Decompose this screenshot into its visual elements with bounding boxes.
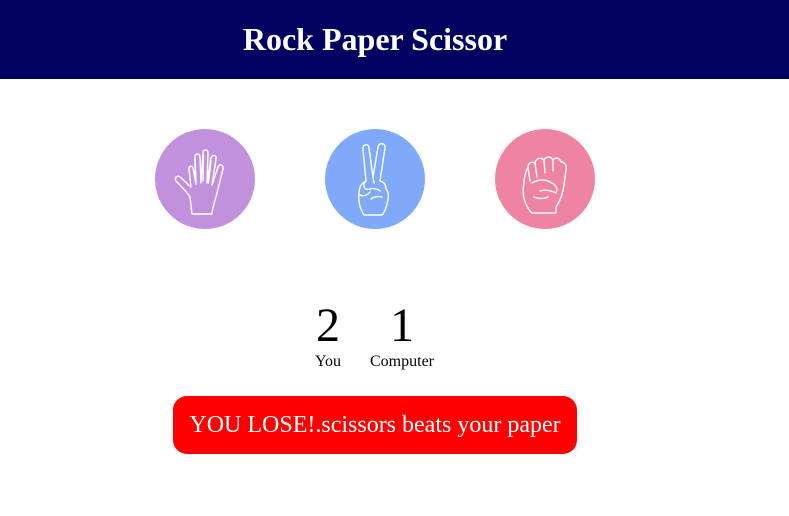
player-score-label: You bbox=[315, 353, 341, 370]
player-score-value: 2 bbox=[316, 299, 340, 352]
rock-button[interactable] bbox=[495, 129, 595, 229]
app-header: Rock Paper Scissor bbox=[0, 0, 789, 79]
open-hand-icon bbox=[174, 149, 224, 215]
computer-score: 1 Computer bbox=[368, 298, 436, 371]
computer-score-label: Computer bbox=[370, 353, 434, 370]
player-score: 2 You bbox=[304, 298, 352, 371]
computer-score-value: 1 bbox=[390, 299, 414, 352]
scissors-button[interactable] bbox=[325, 129, 425, 229]
fist-icon bbox=[522, 156, 567, 214]
peace-hand-icon bbox=[358, 143, 390, 216]
paper-button[interactable] bbox=[155, 129, 255, 229]
page-title: Rock Paper Scissor bbox=[242, 21, 508, 57]
result-message: YOU LOSE!.scissors beats your paper bbox=[173, 396, 577, 454]
